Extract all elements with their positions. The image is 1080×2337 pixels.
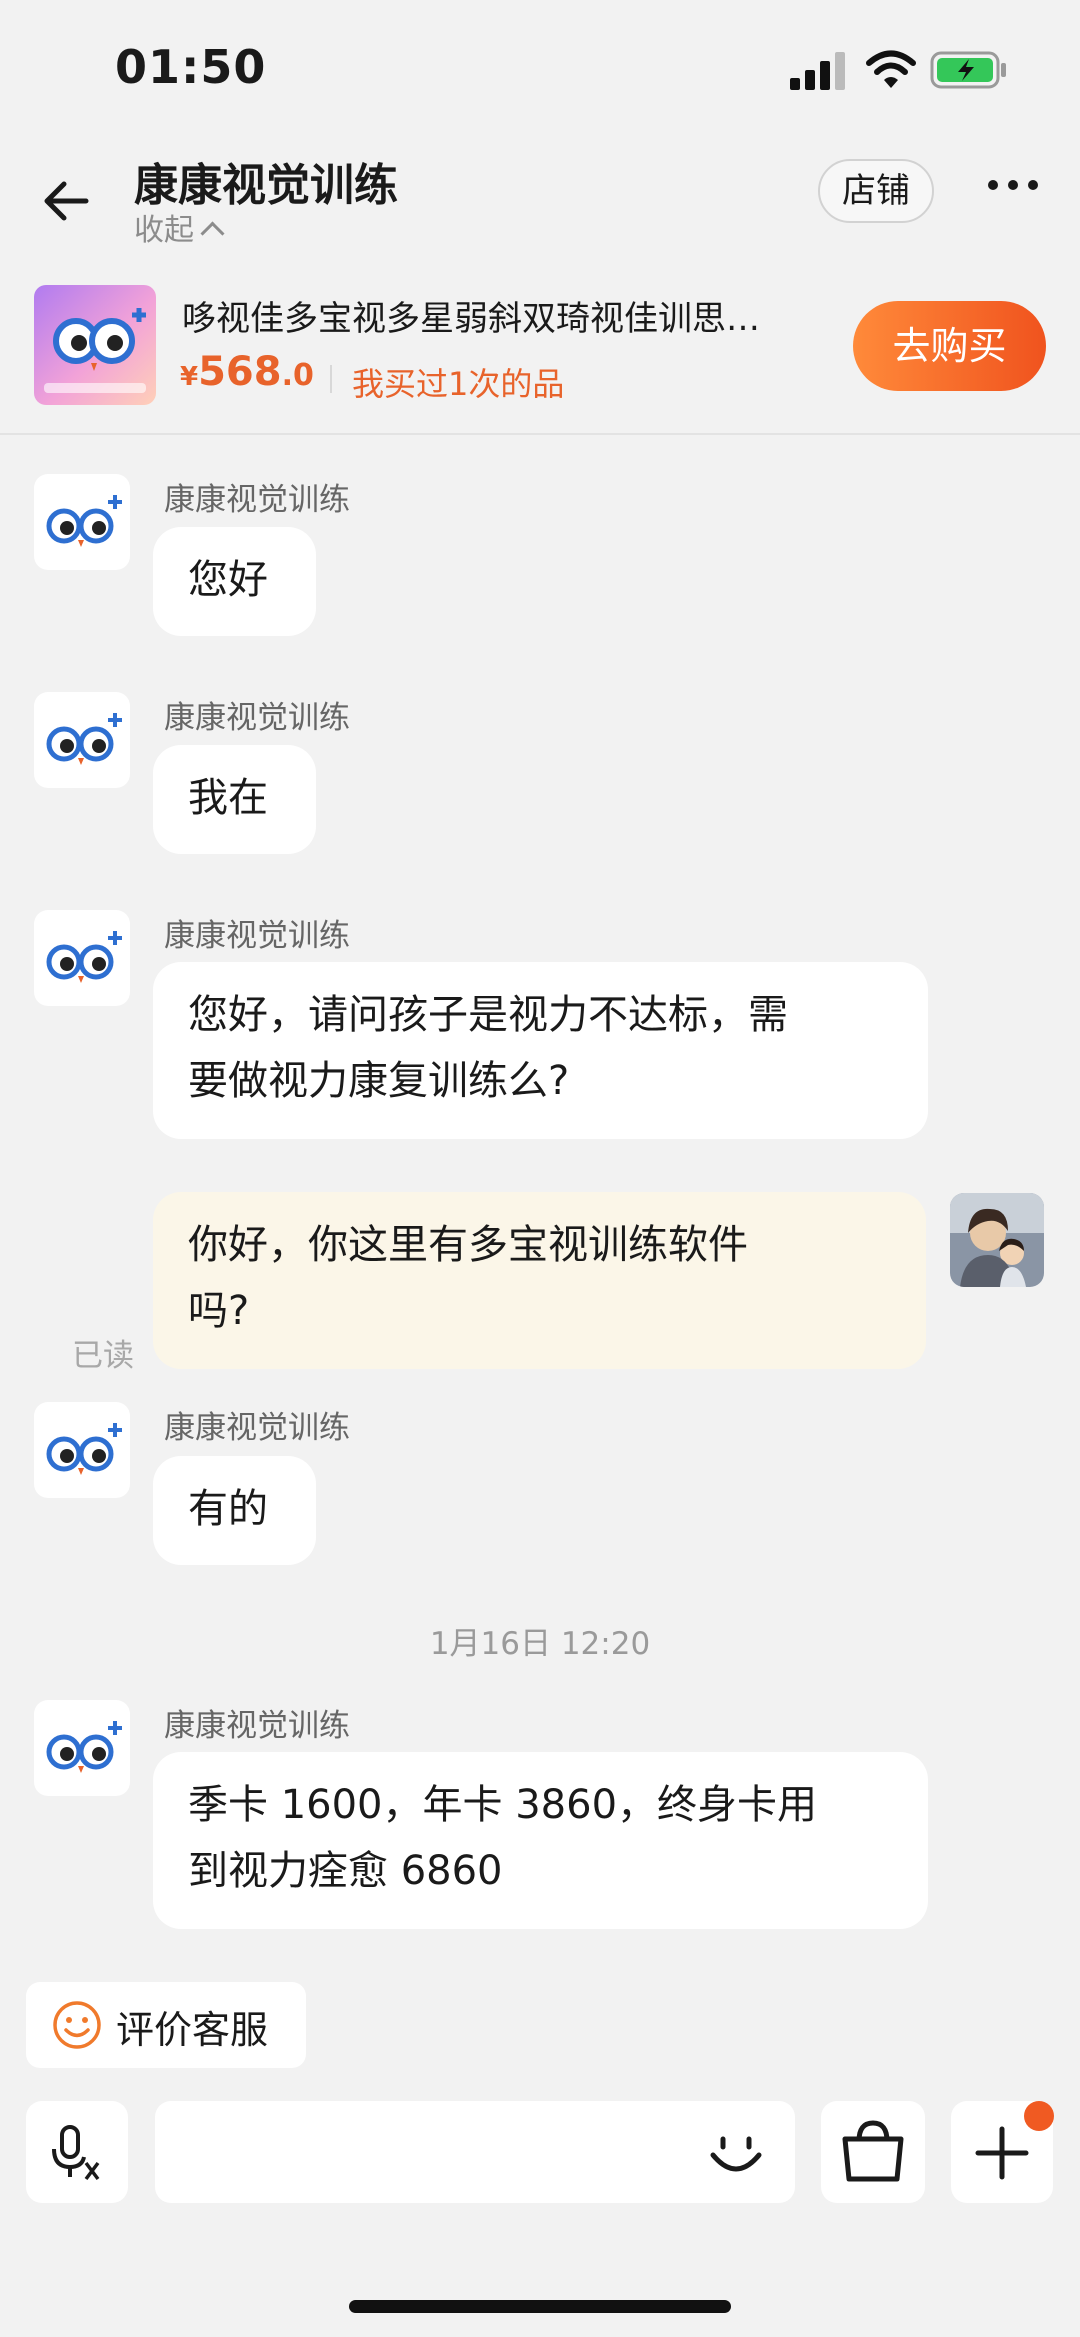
home-indicator: [349, 2300, 731, 2313]
shopping-bag-icon: [842, 2120, 904, 2182]
rate-service-button[interactable]: 评价客服: [26, 1982, 306, 2068]
buy-button[interactable]: 去购买: [853, 301, 1046, 391]
product-card[interactable]: 哆视佳多宝视多星弱斜双琦视佳训思… ¥568.0 我买过1次的品 去购买: [0, 285, 1080, 435]
status-time: 01:50: [115, 40, 267, 94]
signal-icon: [790, 52, 845, 90]
shop-avatar[interactable]: [34, 474, 130, 570]
read-status: 已读: [72, 1338, 134, 1374]
sender-name: 康康视觉训练: [164, 482, 350, 518]
notification-dot: [1024, 2101, 1054, 2131]
microphone-icon: [52, 2125, 100, 2181]
sender-name: 康康视觉训练: [164, 1708, 350, 1744]
product-price: ¥568.0: [180, 349, 314, 395]
chevron-up-icon: [200, 221, 225, 246]
user-avatar[interactable]: [950, 1193, 1044, 1287]
message-line: 您好，请问孩子是视力不达标，需: [188, 992, 788, 1038]
price-integer: 568: [198, 349, 282, 395]
shopping-bag-button[interactable]: [821, 2101, 925, 2203]
voice-input-button[interactable]: [26, 2101, 128, 2203]
message-bubble[interactable]: 季卡 1600，年卡 3860，终身卡用 到视力痊愈 6860: [153, 1752, 928, 1929]
price-decimal: .0: [281, 358, 314, 393]
message-bubble[interactable]: 我在: [153, 745, 316, 854]
more-options-icon[interactable]: [988, 175, 1048, 205]
store-button[interactable]: 店铺: [818, 159, 934, 223]
message-line: 季卡 1600，年卡 3860，终身卡用: [188, 1782, 818, 1828]
message-bubble[interactable]: 您好: [153, 527, 316, 636]
rate-service-label: 评价客服: [116, 2008, 269, 2052]
currency-symbol: ¥: [180, 362, 199, 392]
divider: [330, 365, 332, 393]
message-bubble[interactable]: 有的: [153, 1456, 316, 1565]
collapse-toggle[interactable]: 收起: [134, 205, 225, 249]
header-divider: [0, 433, 1080, 435]
back-arrow-icon[interactable]: [40, 175, 92, 227]
shop-name: 康康视觉训练: [134, 160, 398, 211]
message-input[interactable]: [155, 2101, 795, 2203]
message-timestamp: 1月16日 12:20: [429, 1626, 651, 1662]
emoji-icon[interactable]: [703, 2119, 769, 2185]
my-message-bubble[interactable]: 你好，你这里有多宝视训练软件 吗?: [153, 1192, 926, 1369]
message-line: 到视力痊愈 6860: [188, 1848, 503, 1894]
product-thumbnail[interactable]: [34, 285, 156, 405]
chat-header: 康康视觉训练 收起 店铺: [0, 135, 1080, 285]
product-name[interactable]: 哆视佳多宝视多星弱斜双琦视佳训思…: [182, 291, 842, 340]
collapse-label: 收起: [134, 213, 194, 248]
status-bar: 01:50: [0, 0, 1080, 135]
message-line: 吗?: [188, 1288, 250, 1334]
battery-icon: [930, 51, 1006, 89]
shop-avatar[interactable]: [34, 692, 130, 788]
sender-name: 康康视觉训练: [164, 918, 350, 954]
wifi-icon: [866, 50, 916, 88]
shop-avatar[interactable]: [34, 1402, 130, 1498]
message-line: 要做视力康复训练么?: [188, 1058, 570, 1104]
message-line: 你好，你这里有多宝视训练软件: [188, 1222, 748, 1268]
message-bubble[interactable]: 您好，请问孩子是视力不达标，需 要做视力康复训练么?: [153, 962, 928, 1139]
shop-avatar[interactable]: [34, 1700, 130, 1796]
smiley-icon: [53, 2001, 101, 2049]
shop-avatar[interactable]: [34, 910, 130, 1006]
sender-name: 康康视觉训练: [164, 700, 350, 736]
purchase-history-note: 我买过1次的品: [352, 365, 565, 403]
sender-name: 康康视觉训练: [164, 1410, 350, 1446]
